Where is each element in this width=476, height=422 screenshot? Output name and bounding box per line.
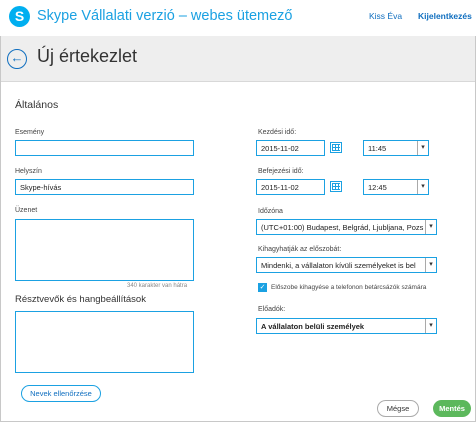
location-input[interactable]: Skype-hívás bbox=[15, 179, 194, 195]
timezone-label: Időzóna bbox=[258, 208, 283, 215]
end-date-input[interactable]: 2015-11-02 bbox=[256, 179, 325, 195]
signout-link[interactable]: Kijelentkezés bbox=[418, 11, 472, 21]
presenters-select[interactable]: A vállalaton belüli személyek ▾ bbox=[256, 318, 437, 334]
calendar-icon[interactable] bbox=[330, 181, 342, 192]
chevron-down-icon: ▾ bbox=[425, 319, 436, 333]
chevron-down-icon: ▾ bbox=[417, 141, 428, 155]
end-time-label: Befejezési idő: bbox=[258, 168, 304, 175]
save-button[interactable]: Mentés bbox=[433, 400, 471, 417]
lobby-bypass-select[interactable]: Mindenki, a vállalaton kívüli személyeke… bbox=[256, 257, 437, 273]
message-label: Üzenet bbox=[15, 207, 38, 214]
participants-heading: Résztvevők és hangbeállítások bbox=[15, 294, 146, 305]
timezone-value: (UTC+01:00) Budapest, Belgrád, Ljubljana… bbox=[261, 222, 424, 232]
start-time-value: 11:45 bbox=[368, 143, 387, 153]
event-label: Esemény bbox=[15, 129, 45, 136]
check-names-button[interactable]: Nevek ellenőrzése bbox=[21, 385, 101, 402]
start-time-label: Kezdési idő: bbox=[258, 129, 297, 136]
timezone-select[interactable]: (UTC+01:00) Budapest, Belgrád, Ljubljana… bbox=[256, 219, 437, 235]
lobby-phone-checkbox[interactable]: ✓ bbox=[258, 283, 267, 292]
lobby-phone-checkbox-label: Előszobe kihagyése a telefonon betárcsáz… bbox=[271, 284, 427, 291]
calendar-icon[interactable] bbox=[330, 142, 342, 153]
chevron-down-icon: ▾ bbox=[425, 258, 436, 272]
chevron-down-icon: ▾ bbox=[425, 220, 436, 234]
participants-textarea[interactable] bbox=[15, 311, 194, 373]
skype-logo-icon: S bbox=[9, 6, 30, 27]
location-label: Helyszín bbox=[15, 168, 42, 175]
message-char-counter: 340 karakter van hátra bbox=[127, 283, 188, 289]
chevron-down-icon: ▾ bbox=[417, 180, 428, 194]
lobby-bypass-value: Mindenki, a vállalaton kívüli személyeke… bbox=[261, 260, 416, 270]
lobby-bypass-label: Kihagyhatják az előszobát: bbox=[258, 246, 342, 253]
page-title-bar: ← Új értekezlet bbox=[1, 36, 475, 82]
end-time-value: 12:45 bbox=[368, 182, 387, 192]
presenters-label: Előadók: bbox=[258, 306, 286, 313]
back-arrow-icon[interactable]: ← bbox=[7, 49, 27, 69]
app-title: Skype Vállalati verzió – webes ütemező bbox=[37, 8, 293, 24]
end-time-select[interactable]: 12:45 ▾ bbox=[363, 179, 429, 195]
message-textarea[interactable] bbox=[15, 219, 194, 281]
section-title-general: Általános bbox=[15, 99, 59, 111]
page-title: Új értekezlet bbox=[37, 46, 138, 66]
start-date-input[interactable]: 2015-11-02 bbox=[256, 140, 325, 156]
start-time-select[interactable]: 11:45 ▾ bbox=[363, 140, 429, 156]
user-name-link[interactable]: Kiss Éva bbox=[369, 11, 402, 21]
presenters-value: A vállalaton belüli személyek bbox=[261, 321, 365, 331]
event-input[interactable] bbox=[15, 140, 194, 156]
app-header: S Skype Vállalati verzió – webes ütemező… bbox=[0, 0, 476, 36]
cancel-button[interactable]: Mégse bbox=[377, 400, 419, 417]
